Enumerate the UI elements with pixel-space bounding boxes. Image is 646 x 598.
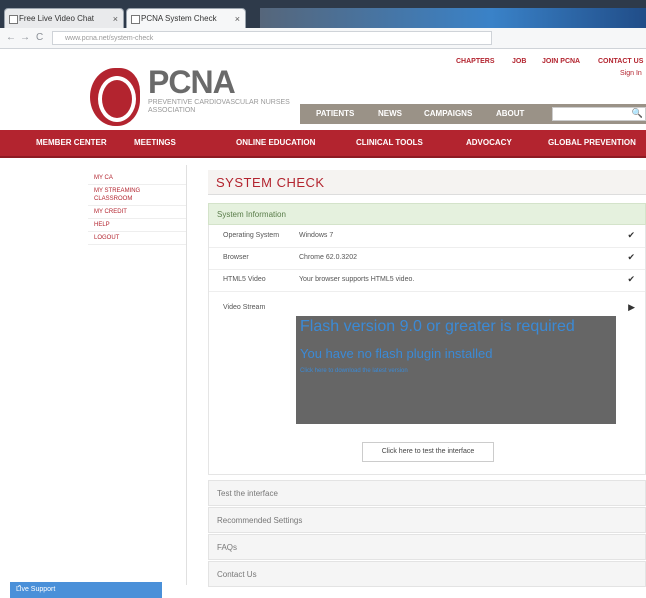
check-icon: ✔: [627, 230, 635, 240]
sidebar-item-help[interactable]: HELP: [88, 219, 186, 232]
tab-close-icon[interactable]: ×: [113, 9, 118, 28]
nav-advocacy[interactable]: ADVOCACY: [466, 138, 512, 147]
browser-tab-bar: Free Live Video Chat × PCNA System Check…: [0, 0, 646, 28]
row-label: Browser: [223, 254, 249, 261]
secondary-nav: PATIENTS NEWS CAMPAIGNS ABOUT 🔍: [300, 104, 646, 124]
browser-tab-2[interactable]: PCNA System Check ×: [126, 8, 246, 28]
system-row-html5: HTML5 Video Your browser supports HTML5 …: [209, 269, 645, 292]
row-label: HTML5 Video: [223, 276, 266, 283]
system-row-browser: Browser Chrome 62.0.3202 ✔: [209, 247, 645, 270]
system-info-header[interactable]: System Information: [208, 203, 646, 225]
url-input[interactable]: www.pcna.net/system-check: [52, 31, 492, 45]
pcna-logo-icon[interactable]: [90, 68, 140, 126]
section-label: Recommended Settings: [217, 516, 303, 525]
section-label: Test the interface: [217, 489, 278, 498]
nav-meetings[interactable]: MEETINGS: [134, 138, 176, 147]
sidebar-divider: [186, 165, 187, 585]
system-row-os: Operating System Windows 7 ✔: [209, 225, 645, 248]
system-info-title: System Information: [217, 210, 286, 219]
sidebar-item-my-ca[interactable]: MY CA: [88, 172, 186, 185]
forward-icon[interactable]: →: [20, 31, 30, 45]
main-nav: MEMBER CENTER MEETINGS ONLINE EDUCATION …: [0, 130, 646, 158]
row-value: Your browser supports HTML5 video.: [299, 276, 415, 283]
row-value: Windows 7: [299, 232, 334, 239]
nav-global-prevention[interactable]: GLOBAL PREVENTION: [548, 138, 636, 147]
address-bar: ← → C www.pcna.net/system-check: [0, 28, 646, 49]
row-label: Video Stream: [223, 304, 266, 311]
flash-player-placeholder[interactable]: Flash version 9.0 or greater is required…: [296, 316, 616, 424]
brand-name[interactable]: PCNA: [148, 64, 236, 101]
tab-title: Free Live Video Chat: [19, 14, 95, 23]
top-link-contact[interactable]: CONTACT US: [598, 58, 643, 65]
live-support-button[interactable]: Live Support ⌃: [10, 582, 162, 598]
sidebar-item-my-credit[interactable]: MY CREDIT: [88, 206, 186, 219]
nav-member-center[interactable]: MEMBER CENTER: [36, 138, 107, 147]
row-value: Chrome 62.0.3202: [299, 254, 357, 261]
section-faqs[interactable]: FAQs: [208, 534, 646, 560]
chevron-up-icon: ⌃: [16, 584, 23, 593]
check-icon: ✔: [627, 252, 635, 262]
tab-favicon-icon: [9, 15, 18, 24]
tab-title: PCNA System Check: [141, 14, 217, 23]
flash-missing-message: You have no flash plugin installed: [300, 346, 493, 361]
tab-favicon-icon: [131, 15, 140, 24]
back-icon[interactable]: ←: [6, 31, 16, 45]
check-icon: ✔: [627, 274, 635, 284]
site-search-input[interactable]: 🔍: [552, 107, 646, 121]
browser-background-decoration: [260, 8, 646, 28]
section-test-interface[interactable]: Test the interface: [208, 480, 646, 506]
sign-in-link[interactable]: Sign In: [620, 70, 642, 77]
sidebar-item-streaming-classroom[interactable]: MY STREAMING CLASSROOM: [88, 185, 186, 206]
nav-about[interactable]: ABOUT: [496, 109, 524, 118]
sidebar-item-logout[interactable]: LOGOUT: [88, 232, 186, 245]
section-contact-us[interactable]: Contact Us: [208, 561, 646, 587]
play-icon[interactable]: ▶: [628, 302, 635, 313]
tab-close-icon[interactable]: ×: [235, 9, 240, 28]
nav-online-education[interactable]: ONLINE EDUCATION: [236, 138, 315, 147]
top-link-chapters[interactable]: CHAPTERS: [456, 58, 495, 65]
section-recommended-settings[interactable]: Recommended Settings: [208, 507, 646, 533]
section-label: FAQs: [217, 543, 238, 552]
row-label: Operating System: [223, 232, 280, 239]
search-icon[interactable]: 🔍: [632, 108, 643, 119]
nav-news[interactable]: NEWS: [378, 109, 402, 118]
reload-icon[interactable]: C: [36, 31, 43, 45]
top-link-job[interactable]: JOB: [512, 58, 526, 65]
brand-tagline: PREVENTIVE CARDIOVASCULAR NURSES ASSOCIA…: [148, 99, 290, 114]
top-link-join[interactable]: JOIN PCNA: [542, 58, 580, 65]
page-title: SYSTEM CHECK: [216, 175, 325, 190]
sidebar-menu: MY CA MY STREAMING CLASSROOM MY CREDIT H…: [88, 172, 186, 245]
flash-download-link[interactable]: Click here to download the latest versio…: [300, 368, 408, 374]
test-interface-button[interactable]: Click here to test the interface: [362, 442, 494, 462]
nav-patients[interactable]: PATIENTS: [316, 109, 354, 118]
nav-clinical-tools[interactable]: CLINICAL TOOLS: [356, 138, 423, 147]
flash-required-message: Flash version 9.0 or greater is required: [300, 318, 575, 335]
section-label: Contact Us: [217, 570, 257, 579]
browser-tab-1[interactable]: Free Live Video Chat ×: [4, 8, 124, 28]
nav-campaigns[interactable]: CAMPAIGNS: [424, 109, 472, 118]
